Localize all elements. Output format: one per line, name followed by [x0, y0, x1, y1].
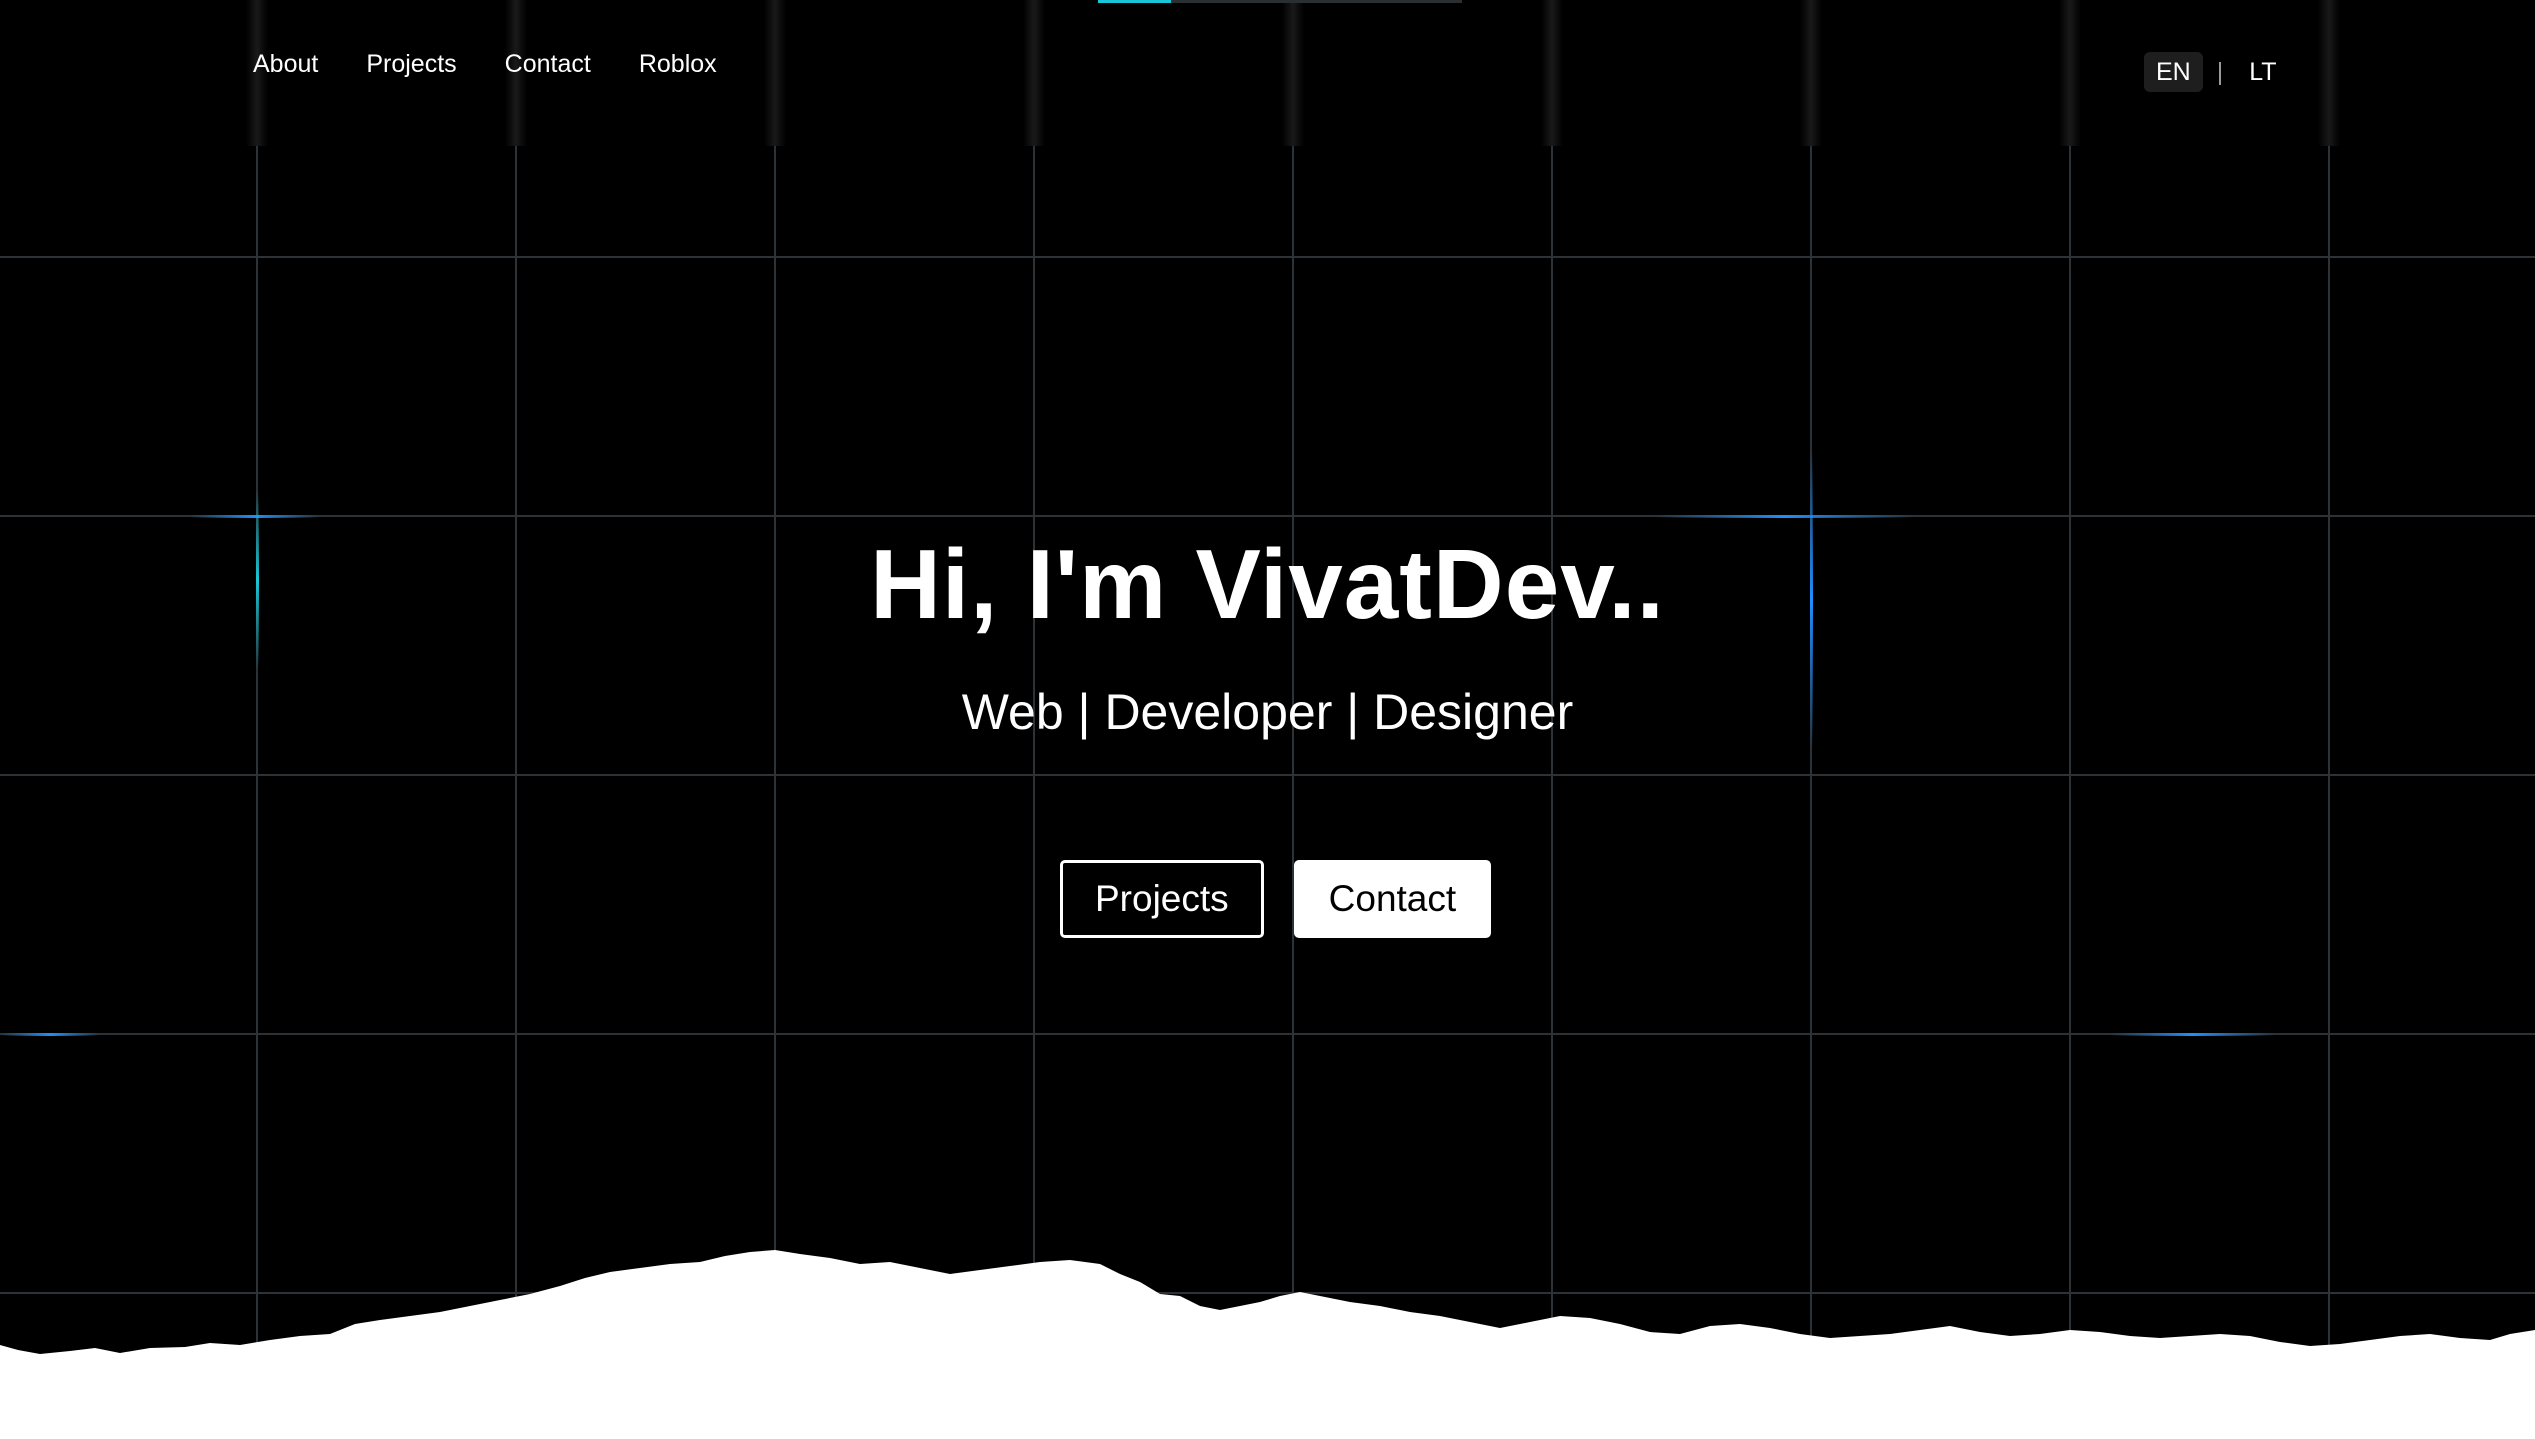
nav-column-shade — [2059, 0, 2081, 146]
grid-line-vertical — [2069, 146, 2071, 1439]
nav-column-shade — [1023, 0, 1045, 146]
grid-line-vertical — [515, 146, 517, 1439]
nav-column-shade — [764, 0, 786, 146]
grid-line-horizontal — [0, 256, 2535, 258]
nav-link-contact[interactable]: Contact — [505, 50, 591, 79]
grid-line-vertical — [1551, 146, 1553, 1439]
hero-buttons: Projects Contact — [1060, 860, 1492, 938]
language-separator: | — [2216, 57, 2224, 86]
contact-button[interactable]: Contact — [1293, 860, 1492, 938]
grid-glow-horizontal — [2110, 1032, 2275, 1036]
nav-column-shade — [1800, 0, 1822, 146]
grid-line-vertical — [2328, 146, 2330, 1439]
torn-paper-edge — [0, 1250, 2535, 1439]
projects-button[interactable]: Projects — [1060, 860, 1264, 938]
language-option-en[interactable]: EN — [2144, 52, 2203, 92]
grid-line-vertical — [1033, 146, 1035, 1439]
nav-column-shade — [1541, 0, 1563, 146]
grid-line-vertical — [1292, 146, 1294, 1439]
nav-link-about[interactable]: About — [253, 50, 318, 79]
grid-line-vertical — [256, 146, 258, 1439]
hero-subtitle: Web | Developer | Designer — [961, 684, 1574, 740]
nav-link-projects[interactable]: Projects — [366, 50, 456, 79]
scroll-progress-fill — [1098, 0, 1171, 3]
language-switcher: EN | LT — [2144, 52, 2289, 92]
grid-line-horizontal — [0, 515, 2535, 517]
hero-title: Hi, I'm VivatDev.. — [870, 529, 1665, 639]
grid-glow-horizontal — [0, 1032, 100, 1036]
grid-line-vertical — [1810, 146, 1812, 1439]
nav-column-shade — [2318, 0, 2340, 146]
grid-line-vertical — [774, 146, 776, 1439]
nav-link-roblox[interactable]: Roblox — [639, 50, 717, 79]
main-nav: About Projects Contact Roblox — [253, 50, 717, 79]
page: About Projects Contact Roblox EN | LT Hi… — [0, 0, 2535, 1439]
grid-glow-horizontal — [1655, 514, 1915, 518]
nav-column-shade — [1282, 0, 1304, 146]
scroll-progress-track — [1098, 0, 1462, 3]
grid-line-horizontal — [0, 774, 2535, 776]
language-option-lt[interactable]: LT — [2237, 52, 2288, 92]
